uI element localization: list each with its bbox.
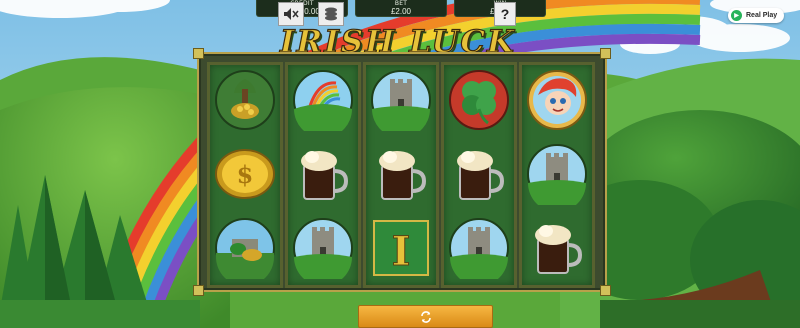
coin-stack-icon [325,7,337,21]
pot-of-gold-icon [215,70,275,130]
reel-3: I [363,62,439,288]
beer-mug-icon [301,151,349,200]
four-leaf-clover-icon [449,70,509,130]
gold-coin-icon: $ [215,149,275,199]
letter-i: I [392,228,411,275]
reel-4 [441,62,517,288]
frame-corner [193,48,204,59]
letter-i-icon: I [373,220,429,276]
mute-button[interactable] [278,2,304,26]
frame-corner [600,48,611,59]
castle-icon [371,70,431,131]
beer-mug-icon [457,151,505,200]
frame-corner [193,285,204,296]
real-play-label: Real Play [746,12,778,19]
reel-5 [519,62,595,288]
help-button[interactable]: ? [494,2,516,26]
reel-2 [285,62,361,288]
real-play-button[interactable]: ▶ Real Play [728,8,784,23]
spin-arrows-icon [420,310,431,323]
reel-1: $ [207,62,283,288]
play-icon: ▶ [731,10,742,21]
coin-dollar: $ [237,160,254,189]
castle-icon [293,218,353,279]
leprechaun-girl-icon [527,70,587,130]
castle-icon [527,144,587,205]
reel-frame: $ I [193,48,611,296]
bet-value: £2.00 [390,7,412,16]
rainbow-icon [293,70,353,131]
beer-mug-icon [535,225,583,274]
speaker-muted-icon [284,8,299,20]
shamrock-gold-pot-icon [215,218,275,279]
spin-button[interactable] [358,305,493,328]
castle-icon [449,218,509,279]
frame-corner [600,285,611,296]
bet-panel: BET £2.00 [355,0,447,17]
bet-stack-button[interactable] [318,2,344,26]
beer-mug-icon [379,151,427,200]
